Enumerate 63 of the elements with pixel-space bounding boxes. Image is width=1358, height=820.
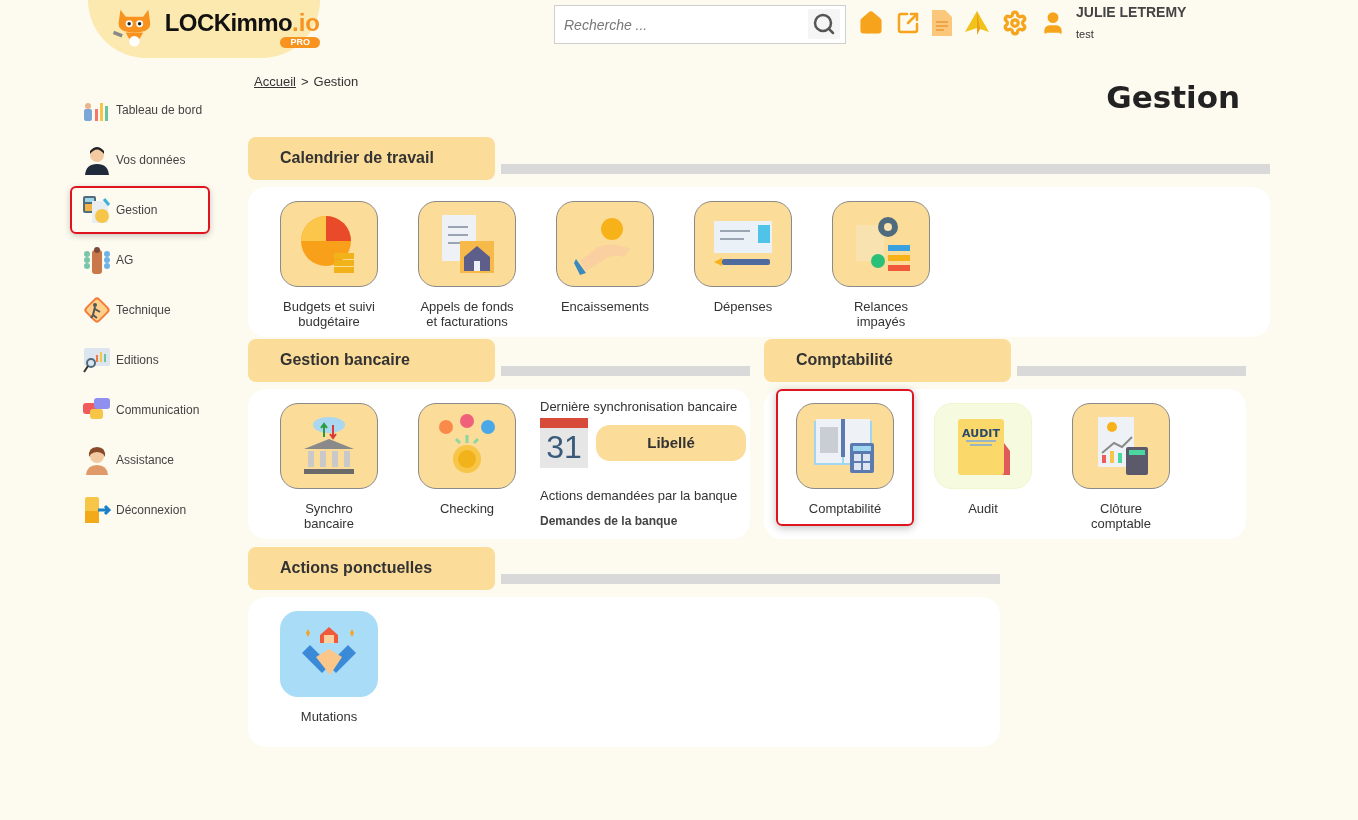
tile-label: Relances impayés — [852, 298, 910, 329]
module-tile[interactable]: Relances impayés — [812, 186, 950, 339]
tile-label: Comptabilité — [808, 500, 882, 516]
tile-label: Audit — [968, 500, 998, 516]
sidebar-item[interactable]: Assistance — [70, 436, 210, 484]
breadcrumb-current: Gestion — [313, 73, 359, 91]
exit-door-icon — [82, 495, 112, 525]
sidebar-item[interactable]: Déconnexion — [70, 486, 210, 534]
search-field[interactable]: Recherche ... — [554, 5, 846, 44]
sidebar-item[interactable]: Communication — [70, 386, 210, 434]
module-tile[interactable]: Appels de fonds et facturations — [398, 186, 536, 339]
person-avatar-icon — [82, 145, 112, 175]
module-tile[interactable]: Comptabilité — [776, 388, 914, 526]
label-button[interactable]: Libellé — [596, 425, 746, 461]
tile-label: Budgets et suivi budgétaire — [282, 298, 376, 329]
external-link-icon[interactable] — [896, 11, 920, 35]
logo[interactable]: LOCKimmo.io PRO — [88, 0, 320, 58]
tile-label: Synchro bancaire — [303, 500, 355, 531]
user-subtitle: test — [1076, 27, 1095, 42]
module-tile[interactable]: Checking — [398, 388, 536, 526]
sidebar-item[interactable]: Vos données — [70, 136, 210, 184]
monitor-chart-icon — [82, 345, 112, 375]
sidebar-item[interactable]: Editions — [70, 336, 210, 384]
home-icon[interactable] — [858, 10, 884, 36]
module-tile[interactable]: Clôture comptable — [1052, 388, 1190, 541]
breadcrumb-link[interactable]: Accueil — [254, 72, 296, 92]
calculator-coin-icon — [82, 195, 112, 225]
tile-label: Encaissements — [560, 298, 650, 314]
sidebar-item[interactable]: Gestion — [70, 186, 210, 234]
module-tile[interactable]: Mutations — [260, 596, 398, 734]
tile-label: Checking — [439, 500, 495, 516]
settings-icon[interactable] — [1002, 10, 1028, 36]
calendar-icon: 31 — [540, 418, 588, 468]
module-tile[interactable]: Dépenses — [674, 186, 812, 324]
tile-label: Dépenses — [713, 298, 773, 314]
paper-plane-icon[interactable] — [964, 10, 990, 36]
tile-label: Clôture comptable — [1090, 500, 1152, 531]
tile-label: Appels de fonds et facturations — [419, 298, 515, 329]
breadcrumb-separator: > — [300, 73, 309, 91]
section-title: Calendrier de travail — [248, 136, 495, 180]
document-icon[interactable] — [932, 10, 952, 36]
logo-suffix: .io — [292, 10, 320, 35]
logo-wordmark: LOCKimmo — [164, 10, 292, 35]
tile-label: Mutations — [300, 708, 358, 724]
user-name: JULIE LETREMY — [1076, 3, 1187, 22]
section-title: Gestion bancaire — [248, 338, 495, 382]
search-icon — [812, 12, 836, 36]
bank-requests-link[interactable]: Demandes de la banque — [540, 511, 746, 530]
sync-heading: Dernière synchronisation bancaire — [540, 397, 739, 416]
page-title: Gestion — [1106, 78, 1240, 117]
meeting-table-icon — [82, 245, 112, 275]
section-title: Comptabilité — [764, 338, 1011, 382]
sidebar-item[interactable]: Tableau de bord — [70, 86, 210, 134]
module-tile[interactable]: AUDIT Audit — [914, 388, 1052, 526]
sidebar-item[interactable]: AG — [70, 236, 210, 284]
actions-heading: Actions demandées par la banque — [540, 487, 739, 505]
module-tile[interactable]: Budgets et suivi budgétaire — [260, 186, 398, 339]
search-button[interactable] — [808, 9, 840, 39]
pro-badge: PRO — [280, 36, 320, 48]
section-title: Actions ponctuelles — [248, 546, 495, 590]
module-tile[interactable]: Synchro bancaire — [260, 388, 398, 541]
module-tile[interactable]: Encaissements — [536, 186, 674, 324]
sidebar-item[interactable]: Technique — [70, 286, 210, 334]
